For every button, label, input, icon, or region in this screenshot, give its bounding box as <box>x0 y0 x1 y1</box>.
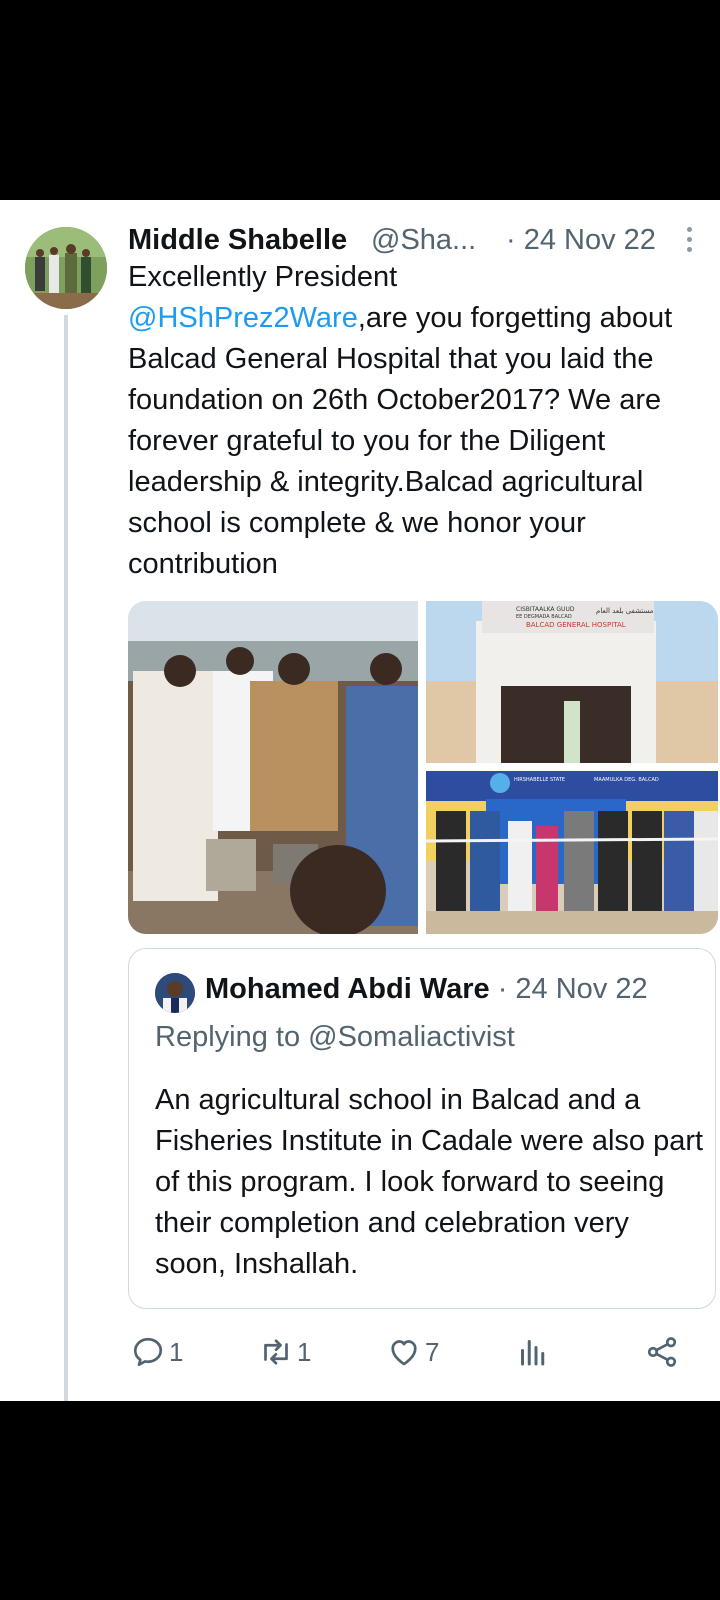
views-icon <box>521 1340 545 1366</box>
banner-text-left: HIRSHABELLE STATE <box>514 777 565 783</box>
tweet-text: Excellently President @HShPrez2Ware,are y… <box>128 257 713 585</box>
quoted-author-avatar[interactable] <box>155 973 195 1013</box>
hospital-sign-line1: CISBITAALKA GUUD <box>516 606 575 613</box>
reply-button[interactable]: 1 <box>130 1329 183 1375</box>
share-icon <box>647 1337 677 1367</box>
tweet-text-line1: Excellently President <box>128 261 398 293</box>
retweet-count: 1 <box>297 1336 312 1367</box>
quoted-tweet[interactable]: Mohamed Abdi Ware · 24 Nov 22 Replying t… <box>128 948 716 1309</box>
media-image-ribbon-cutting[interactable]: HIRSHABELLE STATE MAAMULKA DEG. BALCAD <box>425 771 718 934</box>
like-button[interactable]: 7 <box>386 1329 439 1375</box>
hospital-sign-arabic: مستشفى بلعد العام <box>596 607 654 615</box>
tweet-date[interactable]: · 24 Nov 22 <box>506 224 656 257</box>
reply-count: 1 <box>169 1336 184 1367</box>
views-button[interactable] <box>515 1329 551 1375</box>
reply-icon <box>133 1337 163 1367</box>
mention-link[interactable]: @HShPrez2Ware <box>128 302 358 334</box>
tweet-panel: Middle Shabelle @Sha... · 24 Nov 22 Exce… <box>0 200 720 1401</box>
action-bar: 1 1 7 <box>128 1308 718 1398</box>
quoted-author-name[interactable]: Mohamed Abdi Ware <box>205 973 490 1005</box>
share-button[interactable] <box>644 1329 680 1375</box>
author-name[interactable]: Middle Shabelle <box>128 224 347 257</box>
like-count: 7 <box>425 1336 440 1367</box>
media-image-foundation[interactable] <box>128 601 418 934</box>
more-options-icon[interactable] <box>681 224 697 254</box>
quoted-date[interactable]: · 24 Nov 22 <box>490 973 648 1005</box>
banner-text-right: MAAMULKA DEG. BALCAD <box>594 777 659 783</box>
hospital-sign-line3: BALCAD GENERAL HOSPITAL <box>526 621 626 629</box>
like-icon <box>391 1340 417 1366</box>
quoted-text: An agricultural school in Balcad and a F… <box>155 1084 704 1280</box>
author-handle[interactable]: @Sha... <box>371 224 476 257</box>
thread-line <box>64 315 68 1401</box>
retweet-button[interactable]: 1 <box>258 1329 311 1375</box>
tweet-text-rest: ,are you forgetting about Balcad General… <box>128 302 673 580</box>
media-image-hospital-gate[interactable]: CISBITAALKA GUUD EE DEGMADA BALCAD BALCA… <box>426 601 718 763</box>
quoted-header: Mohamed Abdi Ware · 24 Nov 22 <box>205 973 648 1006</box>
replying-to: Replying to @Somaliactivist <box>155 1021 515 1053</box>
retweet-icon <box>264 1339 288 1365</box>
author-avatar[interactable] <box>25 227 107 309</box>
media-grid: CISBITAALKA GUUD EE DEGMADA BALCAD BALCA… <box>128 601 718 934</box>
hospital-sign-line2: EE DEGMADA BALCAD <box>516 614 572 620</box>
